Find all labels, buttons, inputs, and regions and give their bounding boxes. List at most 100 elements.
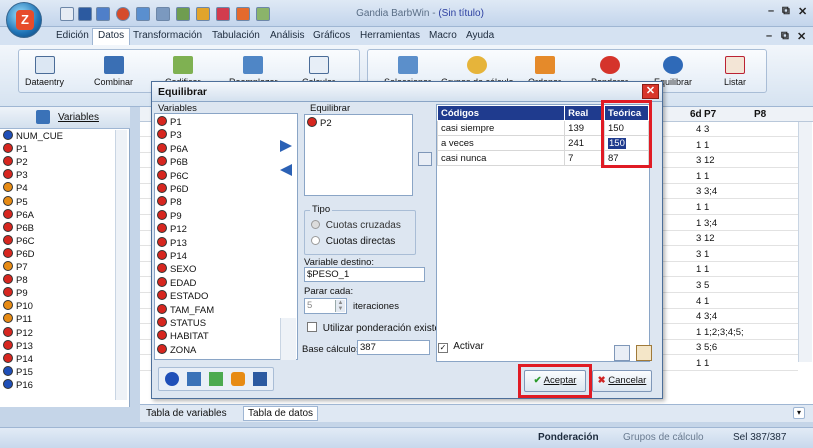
- grid-header-p8[interactable]: P8: [754, 109, 766, 120]
- list-item[interactable]: P6A: [3, 208, 34, 222]
- grid-cell[interactable]: 1: [696, 262, 701, 277]
- list-item[interactable]: P6B: [3, 221, 34, 235]
- minimize-button[interactable]: –: [768, 5, 774, 17]
- variables-scrollbar[interactable]: [115, 130, 127, 400]
- grid-cell[interactable]: 1: [704, 262, 709, 277]
- grid-cell[interactable]: 1: [696, 216, 701, 231]
- new-icon[interactable]: [60, 7, 74, 21]
- list-item[interactable]: P1: [3, 143, 28, 156]
- list-item[interactable]: P15: [3, 365, 33, 379]
- dialog-variables-list[interactable]: P1 P3 P6A P6B P6C P6D P8 P9 P12 P13 P14 SEXO EDAD EST…: [154, 113, 298, 360]
- list-item[interactable]: ESTADO: [157, 290, 208, 303]
- list-item[interactable]: P9: [3, 287, 28, 300]
- list-item[interactable]: P3: [157, 129, 182, 142]
- cuotas-directas-radio[interactable]: Cuotas directas: [311, 236, 395, 247]
- ribbon-close-button[interactable]: ✕: [797, 30, 806, 43]
- menu-tabulacion[interactable]: Tabulación: [212, 30, 260, 41]
- grid-cell[interactable]: 4: [696, 294, 701, 309]
- restore-button[interactable]: ⧉: [782, 5, 790, 18]
- dataentry-button[interactable]: Dataentry: [25, 56, 64, 87]
- grid-cell[interactable]: 3: [704, 122, 709, 137]
- add-arrow-button[interactable]: [280, 140, 294, 152]
- copy-icon[interactable]: [614, 345, 630, 361]
- list-item[interactable]: P5: [3, 195, 28, 209]
- destino-input[interactable]: $PESO_1: [304, 267, 425, 282]
- grid-cell[interactable]: 1: [704, 138, 709, 153]
- grid-cell[interactable]: 1: [704, 294, 709, 309]
- list-item[interactable]: ZONA: [157, 343, 196, 357]
- list-item[interactable]: P16: [3, 378, 33, 392]
- grid-cell[interactable]: 1: [704, 200, 709, 215]
- list-item[interactable]: P8: [157, 196, 182, 209]
- base-calculo-input[interactable]: 387: [357, 340, 430, 355]
- combinar-button[interactable]: Combinar: [94, 56, 133, 87]
- list-item[interactable]: P4: [3, 182, 28, 195]
- list-item[interactable]: P14: [157, 250, 187, 263]
- tools-icon[interactable]: [156, 7, 170, 21]
- delete-icon[interactable]: [216, 7, 230, 21]
- menu-ayuda[interactable]: Ayuda: [466, 30, 494, 41]
- list-item[interactable]: P3: [3, 169, 28, 182]
- list-item[interactable]: P8: [3, 274, 28, 287]
- remove-arrow-button[interactable]: [280, 164, 294, 176]
- list-item[interactable]: P6D: [157, 183, 188, 196]
- menu-datos[interactable]: Datos: [92, 28, 131, 45]
- grid-cell[interactable]: 1: [696, 200, 701, 215]
- list-item[interactable]: SEXO: [157, 263, 196, 276]
- menu-herramientas[interactable]: Herramientas: [360, 30, 420, 41]
- variables-list[interactable]: NUM_CUE P1 P2 P3 P4 P5 P6A P6B P6C P6D P7 P8 P9 P10 P1…: [0, 130, 115, 400]
- grid-cell[interactable]: 3: [696, 278, 701, 293]
- list-item[interactable]: P1: [157, 116, 182, 129]
- list-item[interactable]: NUM_CUE: [3, 130, 63, 143]
- paste-icon[interactable]: [636, 345, 652, 361]
- grid-cell[interactable]: 1: [704, 356, 709, 371]
- grid-icon[interactable]: [187, 372, 201, 386]
- grid-cell[interactable]: 3: [696, 247, 701, 262]
- list-item[interactable]: EDAD: [157, 276, 196, 290]
- open-icon[interactable]: [96, 7, 110, 21]
- tab-tabla-variables[interactable]: Tabla de variables: [146, 408, 227, 419]
- dialog-variables-scrollbar[interactable]: [280, 318, 296, 360]
- grid-cell[interactable]: 5;6: [704, 340, 717, 355]
- grid-cell[interactable]: 3: [696, 184, 701, 199]
- variables-panel-header[interactable]: Variables: [0, 107, 130, 129]
- parar-stepper[interactable]: 5 ▲ ▼: [304, 298, 347, 314]
- tab-tabla-datos[interactable]: Tabla de datos: [243, 406, 319, 421]
- collapse-icon[interactable]: ▾: [793, 407, 805, 419]
- grid-cell[interactable]: 3: [696, 231, 701, 246]
- dialog-close-button[interactable]: ✕: [642, 84, 659, 99]
- list-item[interactable]: P6A: [157, 142, 188, 156]
- grid-cell[interactable]: 1: [696, 325, 701, 340]
- refresh-green-icon[interactable]: [209, 372, 223, 386]
- activar-checkbox[interactable]: ✓ Activar: [438, 341, 484, 353]
- list-item[interactable]: P13: [157, 236, 187, 250]
- list-item[interactable]: P12: [3, 326, 33, 340]
- list-item[interactable]: P14: [3, 352, 33, 366]
- export-icon[interactable]: [236, 7, 250, 21]
- help-icon[interactable]: [165, 372, 179, 386]
- grid-cell[interactable]: 3;4: [704, 184, 717, 199]
- list-item[interactable]: P2: [3, 156, 28, 169]
- menu-transformacion[interactable]: Transformación: [133, 30, 202, 41]
- grid-cell[interactable]: 3: [696, 340, 701, 355]
- list-item[interactable]: HABITAT: [157, 330, 209, 343]
- list-item[interactable]: TAM_FAM: [157, 303, 214, 317]
- check-icon[interactable]: [256, 7, 270, 21]
- ribbon-restore-button[interactable]: ⧉: [781, 30, 789, 43]
- cancel-button[interactable]: ✖ Cancelar: [592, 370, 652, 392]
- list-item[interactable]: P7: [3, 261, 28, 274]
- grid-cell[interactable]: 1: [704, 247, 709, 262]
- grid-cell[interactable]: 3;4: [704, 216, 717, 231]
- ribbon-minimize-button[interactable]: –: [766, 30, 772, 42]
- equilibrar-item[interactable]: P2: [307, 117, 332, 130]
- list-item[interactable]: P12: [157, 223, 187, 236]
- listar-button[interactable]: Listar: [724, 56, 746, 87]
- equilibrar-list[interactable]: P2: [304, 114, 413, 196]
- wand-icon[interactable]: [136, 7, 150, 21]
- macro-icon[interactable]: [196, 7, 210, 21]
- grid-cell[interactable]: 1: [696, 169, 701, 184]
- menu-edicion[interactable]: Edición: [56, 30, 89, 41]
- cuotas-cruzadas-radio[interactable]: Cuotas cruzadas: [311, 220, 401, 231]
- grid-cell[interactable]: 3: [696, 153, 701, 168]
- grid-cell[interactable]: 1: [696, 138, 701, 153]
